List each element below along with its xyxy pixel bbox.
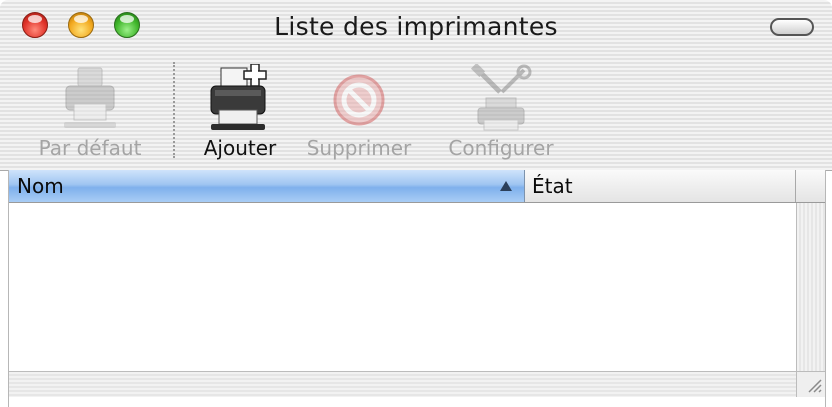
header-corner: [796, 170, 825, 202]
default-printer-label: Par défaut: [38, 136, 142, 160]
add-printer-icon: [210, 64, 267, 130]
add-printer-button[interactable]: Ajouter: [192, 58, 288, 166]
delete-icon: [333, 74, 385, 126]
column-header-etat-label: État: [532, 174, 573, 198]
configure-printer-button[interactable]: Configurer: [436, 58, 566, 166]
printer-list-window: Liste des imprimantes Par défaut Ajouter…: [0, 0, 832, 407]
vertical-scrollbar[interactable]: [796, 203, 825, 371]
configure-printer-label: Configurer: [448, 136, 554, 160]
add-printer-label: Ajouter: [203, 136, 277, 160]
column-header-nom[interactable]: Nom: [9, 170, 525, 202]
title-bar[interactable]: Liste des imprimantes: [0, 0, 832, 54]
default-printer-button[interactable]: Par défaut: [18, 58, 162, 166]
toolbar-separator: [173, 62, 175, 158]
window-bottom-edge: [9, 397, 825, 407]
column-header-nom-label: Nom: [17, 174, 64, 198]
table-body[interactable]: [9, 203, 795, 371]
window-title: Liste des imprimantes: [274, 12, 558, 41]
horizontal-scrollbar[interactable]: [9, 371, 796, 397]
printer-default-icon: [64, 67, 116, 128]
resize-grip-icon: [808, 379, 822, 393]
printer-table: Nom État: [8, 170, 826, 407]
column-header-etat[interactable]: État: [526, 170, 796, 202]
configure-icon: [470, 64, 532, 131]
toolbar-toggle-button[interactable]: [770, 18, 814, 36]
delete-printer-label: Supprimer: [306, 136, 412, 160]
delete-printer-button[interactable]: Supprimer: [296, 58, 422, 166]
sort-ascending-icon: [500, 181, 512, 191]
window-chrome: Liste des imprimantes Par défaut Ajouter…: [0, 0, 832, 171]
table-header: Nom État: [9, 170, 825, 203]
resize-grip[interactable]: [796, 371, 825, 397]
